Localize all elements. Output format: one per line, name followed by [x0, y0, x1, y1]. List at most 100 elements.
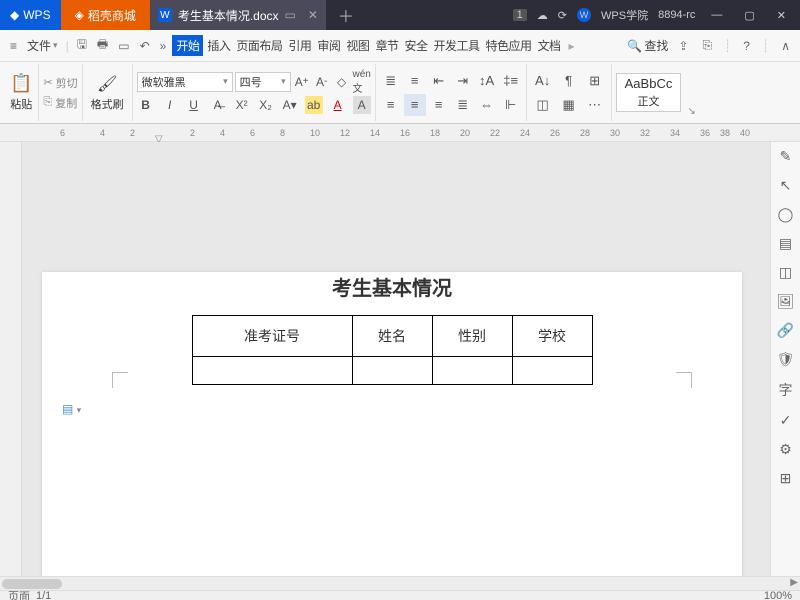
change-case-button[interactable]: A▾: [281, 96, 299, 114]
find-button[interactable]: 🔍查找: [627, 37, 668, 54]
style-normal[interactable]: AaBbCc 正文: [616, 73, 682, 112]
align-justify-icon[interactable]: ≣: [452, 94, 474, 116]
section-indicator-icon[interactable]: ▤ ▾: [62, 402, 81, 416]
table-header-cell[interactable]: 性别: [432, 316, 512, 357]
tab-docer-store[interactable]: ◈ 稻壳商城: [61, 0, 150, 30]
close-tab-icon[interactable]: ✕: [308, 8, 318, 22]
styles-launcher-icon[interactable]: ↘: [685, 64, 697, 121]
translate-tool-icon[interactable]: 字: [779, 380, 793, 400]
tab-references[interactable]: 引用: [286, 37, 313, 54]
layout-tool-icon[interactable]: ▤: [779, 235, 792, 252]
para-settings-icon[interactable]: ⋯: [583, 94, 607, 116]
help-icon[interactable]: ?: [739, 39, 754, 53]
candidate-table[interactable]: 准考证号 姓名 性别 学校: [192, 315, 593, 385]
table-header-cell[interactable]: 学校: [512, 316, 592, 357]
show-marks-icon[interactable]: ¶: [557, 70, 581, 92]
pen-tool-icon[interactable]: ✎: [780, 148, 792, 165]
underline-button[interactable]: U: [185, 96, 203, 114]
undo-icon[interactable]: ↶: [136, 39, 154, 53]
tab-doc-extra[interactable]: 文档: [536, 37, 563, 54]
tab-view[interactable]: 视图: [344, 37, 371, 54]
tab-section[interactable]: 章节: [373, 37, 400, 54]
decrease-indent-icon[interactable]: ⇤: [428, 70, 450, 92]
tabs-overflow-icon[interactable]: ▸: [565, 39, 579, 53]
page[interactable]: ▤ ▾ 考生基本情况 准考证号 姓名 性别 学校: [42, 272, 742, 576]
print-icon[interactable]: 🖶: [93, 35, 112, 56]
protect-tool-icon[interactable]: 🛡: [777, 351, 795, 368]
minimize-icon[interactable]: —: [705, 9, 728, 21]
phonetic-guide-icon[interactable]: wén文: [353, 73, 371, 91]
vertical-ruler[interactable]: [0, 142, 22, 576]
maximize-icon[interactable]: ▢: [738, 9, 760, 22]
save-icon[interactable]: 🖫: [73, 35, 91, 56]
tab-stops-icon[interactable]: ⊩: [500, 94, 522, 116]
font-size-select[interactable]: 四号▾: [235, 72, 291, 92]
tab-popup-icon[interactable]: ▭: [285, 8, 296, 22]
table-cell[interactable]: [432, 357, 512, 385]
grow-font-icon[interactable]: A+: [293, 73, 311, 91]
file-menu[interactable]: 文件▾: [23, 37, 62, 54]
settings-tool-icon[interactable]: ⚙: [779, 441, 792, 458]
superscript-button[interactable]: X²: [233, 96, 251, 114]
new-tab-button[interactable]: ＋: [326, 3, 366, 27]
distribute-icon[interactable]: ⇔: [476, 94, 498, 116]
tab-review[interactable]: 审阅: [315, 37, 342, 54]
line-spacing-icon[interactable]: ‡≡: [500, 70, 522, 92]
align-center-icon[interactable]: ≡: [404, 94, 426, 116]
copy-button[interactable]: ⎘复制: [43, 95, 77, 111]
clear-format-icon[interactable]: ◇: [333, 73, 351, 91]
subscript-button[interactable]: X₂: [257, 96, 275, 114]
select-tool-icon[interactable]: ↖: [780, 177, 792, 194]
table-header-cell[interactable]: 准考证号: [192, 316, 352, 357]
scroll-right-icon[interactable]: ▶: [790, 577, 798, 588]
more-qat-icon[interactable]: »: [156, 39, 171, 53]
link-tool-icon[interactable]: 🔗: [777, 322, 794, 339]
page-indicator-label[interactable]: 页面: [8, 590, 30, 600]
image-tool-icon[interactable]: 🖼: [777, 293, 795, 310]
horizontal-scrollbar[interactable]: ▶: [0, 576, 800, 590]
shape-tool-icon[interactable]: ◯: [778, 206, 794, 223]
table-cell[interactable]: [352, 357, 432, 385]
tab-page-layout[interactable]: 页面布局: [234, 37, 284, 54]
text-direction-icon[interactable]: ↕A: [476, 70, 498, 92]
shading-icon[interactable]: ◫: [531, 94, 555, 116]
bullet-list-icon[interactable]: ≣: [380, 70, 402, 92]
bold-button[interactable]: B: [137, 96, 155, 114]
cut-button[interactable]: ✂剪切: [43, 75, 77, 91]
italic-button[interactable]: I: [161, 96, 179, 114]
more-tools-icon[interactable]: ⊞: [780, 470, 792, 487]
tab-special[interactable]: 特色应用: [483, 37, 533, 54]
collapse-ribbon-icon[interactable]: ∧: [777, 39, 794, 53]
borders-icon[interactable]: ▦: [557, 94, 581, 116]
document-scroll-area[interactable]: ▤ ▾ 考生基本情况 准考证号 姓名 性别 学校: [22, 142, 770, 576]
number-list-icon[interactable]: ≡: [404, 70, 426, 92]
window-close-icon[interactable]: ✕: [771, 9, 792, 22]
table-insert-icon[interactable]: ⊞: [583, 70, 607, 92]
sync-icon[interactable]: ⟳: [558, 9, 567, 22]
notification-badge[interactable]: 1: [513, 9, 527, 21]
share-icon[interactable]: ⇪: [674, 39, 692, 53]
cloud-icon[interactable]: ☁: [537, 9, 548, 22]
scrollbar-thumb[interactable]: [2, 579, 62, 589]
tab-start[interactable]: 开始: [172, 35, 203, 56]
sort-icon[interactable]: A↓: [531, 70, 555, 92]
increase-indent-icon[interactable]: ⇥: [452, 70, 474, 92]
shrink-font-icon[interactable]: A-: [313, 73, 331, 91]
horizontal-ruler[interactable]: ▽ 6 4 2 2 4 6 8 10 12 14 16 18 20 22 24 …: [0, 124, 800, 142]
char-shading-button[interactable]: A: [353, 96, 371, 114]
table-cell[interactable]: [192, 357, 352, 385]
tab-document[interactable]: W 考生基本情况.docx ▭ ✕: [150, 0, 326, 30]
export-icon[interactable]: ⎘: [698, 38, 716, 53]
table-header-cell[interactable]: 姓名: [352, 316, 432, 357]
highlight-button[interactable]: ab: [305, 96, 323, 114]
hamburger-icon[interactable]: ≡: [6, 39, 21, 53]
object-tool-icon[interactable]: ◫: [779, 264, 792, 281]
paste-button[interactable]: 📋 粘贴: [8, 71, 34, 114]
proofing-tool-icon[interactable]: ✓: [780, 412, 792, 429]
tab-wps-home[interactable]: ◆ WPS: [0, 0, 61, 30]
zoom-value[interactable]: 100%: [764, 590, 792, 600]
academy-label[interactable]: WPS学院: [601, 7, 648, 23]
tab-insert[interactable]: 插入: [205, 37, 232, 54]
align-right-icon[interactable]: ≡: [428, 94, 450, 116]
strikethrough-button[interactable]: A̶: [209, 96, 227, 114]
